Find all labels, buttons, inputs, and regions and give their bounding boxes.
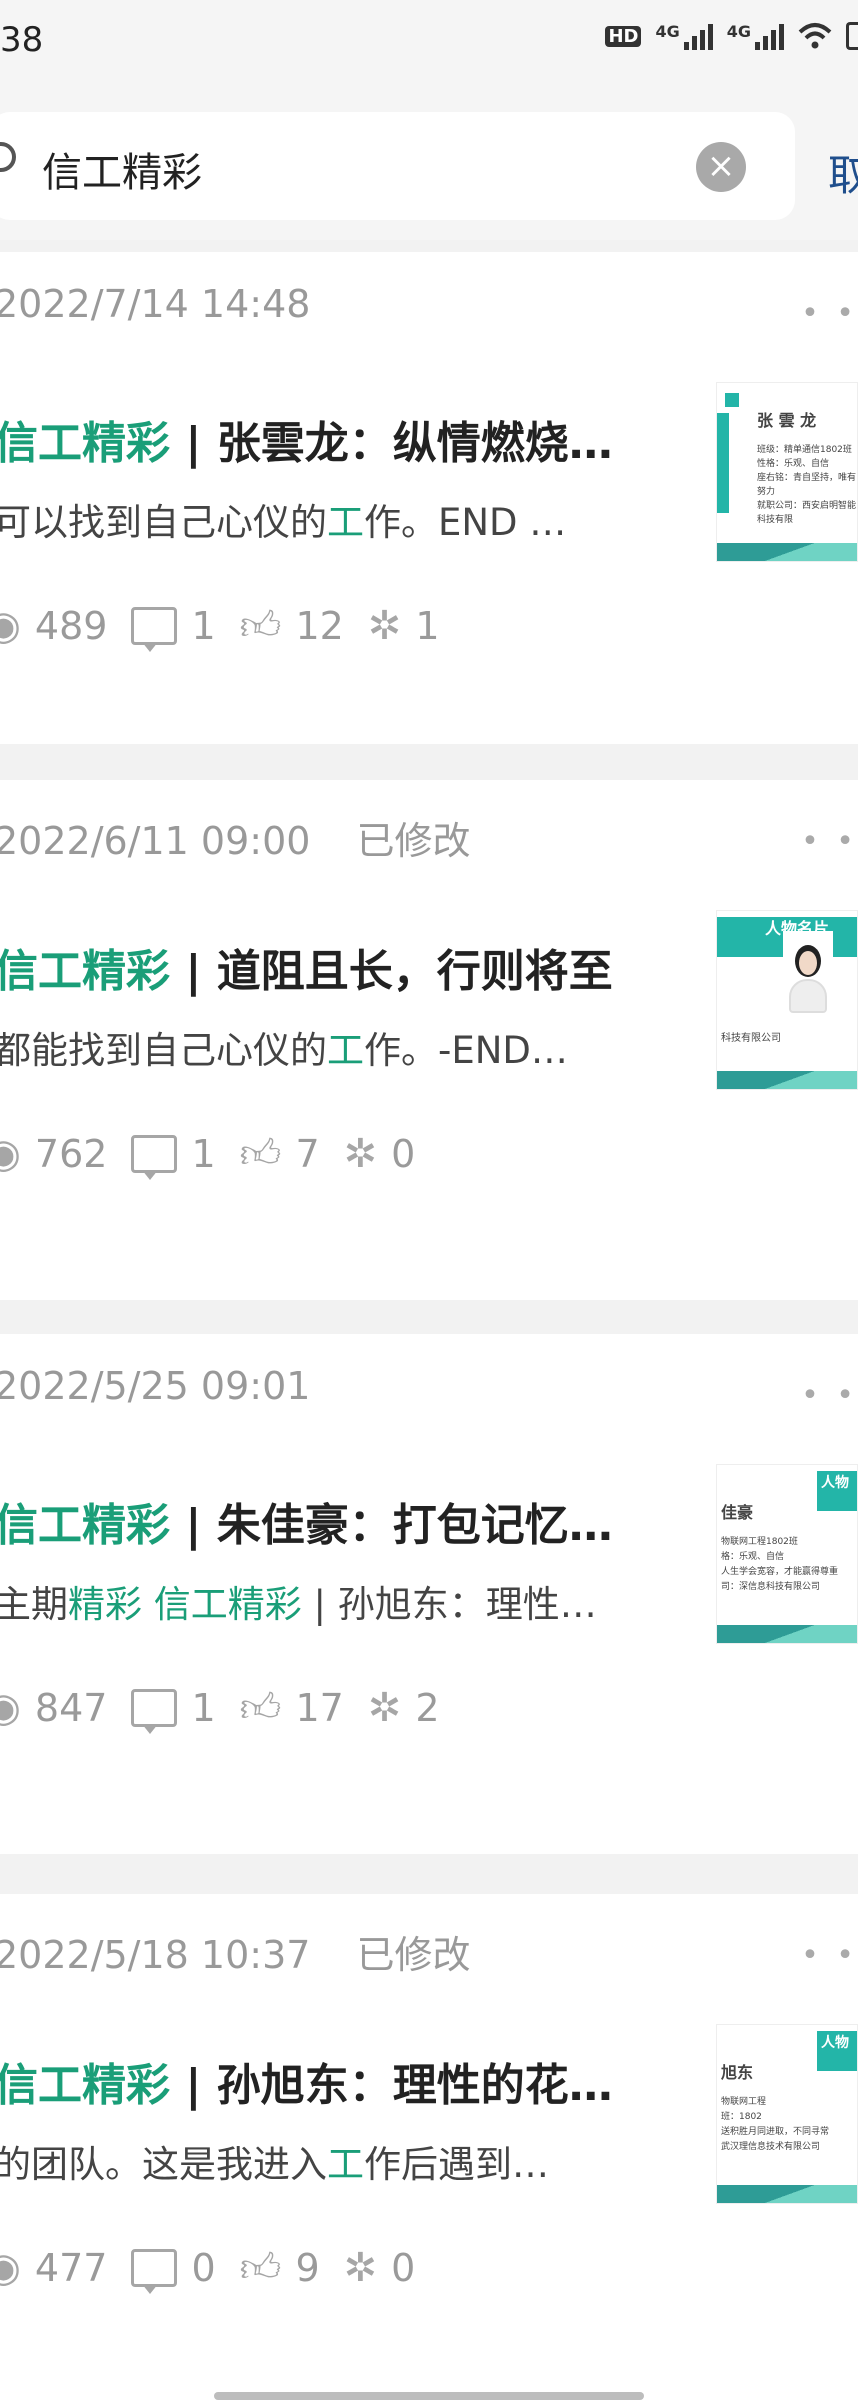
likes-stat[interactable]: 👍︎ 9 bbox=[240, 2244, 320, 2292]
views-stat: ◉ 477 bbox=[0, 2245, 107, 2291]
result-card[interactable]: 2022/7/14 14:48 • • 信工精彩 | 张雲龙：纵情燃烧… 可以找… bbox=[0, 252, 858, 744]
hd-icon: HD bbox=[605, 25, 642, 47]
more-options-icon[interactable]: • • bbox=[801, 824, 858, 859]
likes-stat[interactable]: 👍︎ 17 bbox=[240, 1684, 344, 1732]
status-icons: HD 4G 4G bbox=[605, 22, 858, 50]
more-options-icon[interactable]: • • bbox=[801, 296, 858, 331]
result-thumbnail[interactable]: 张 雲 龙 班级：精单通信1802班 性格：乐观、自信 座右铭：青自坚持，唯有努… bbox=[716, 382, 858, 562]
result-title: 信工精彩 | 道阻且长，行则将至 bbox=[0, 946, 613, 997]
result-title: 信工精彩 | 朱佳豪：打包记忆… bbox=[0, 1500, 613, 1551]
comments-stat[interactable]: 1 bbox=[131, 1686, 216, 1734]
comments-stat[interactable]: 1 bbox=[131, 604, 216, 652]
result-stats: ◉ 847 1 👍︎ 17 ✲ 2 bbox=[0, 1684, 464, 1734]
comments-stat[interactable]: 1 bbox=[131, 1132, 216, 1180]
result-title: 信工精彩 | 孙旭东：理性的花… bbox=[0, 2060, 613, 2111]
result-card[interactable]: 2022/5/25 09:01 • • 信工精彩 | 朱佳豪：打包记忆… 主期精… bbox=[0, 1334, 858, 1854]
comment-icon bbox=[131, 1135, 178, 1180]
result-thumbnail[interactable]: 人物 旭东 物联网工程 班：1802 送积胜月同进取，不同寻常 武汉理信息技术有… bbox=[716, 2024, 858, 2204]
likes-stat[interactable]: 👍︎ 7 bbox=[240, 1130, 320, 1178]
battery-icon bbox=[846, 22, 858, 50]
result-card[interactable]: 2022/6/11 09:00 已修改 • • 信工精彩 | 道阻且长，行则将至 … bbox=[0, 780, 858, 1300]
thumbs-up-icon: 👍︎ bbox=[239, 1685, 282, 1731]
shares-stat[interactable]: ✲ 1 bbox=[368, 603, 440, 649]
result-stats: ◉ 489 1 👍︎ 12 ✲ 1 bbox=[0, 602, 464, 652]
search-input[interactable]: 信工精彩 × bbox=[0, 112, 795, 220]
comment-icon bbox=[131, 1689, 178, 1734]
result-card[interactable]: 2022/5/18 10:37 已修改 • • 信工精彩 | 孙旭东：理性的花… … bbox=[0, 1894, 858, 2408]
4g-signal-icon: 4G bbox=[727, 22, 784, 50]
result-snippet: 主期精彩 信工精彩 | 孙旭东：理性… bbox=[0, 1583, 597, 1626]
eye-icon: ◉ bbox=[0, 2245, 21, 2291]
shares-stat[interactable]: ✲ 2 bbox=[368, 1685, 440, 1731]
more-options-icon[interactable]: • • bbox=[801, 1938, 858, 1973]
views-stat: ◉ 762 bbox=[0, 1131, 107, 1177]
wifi-icon bbox=[798, 23, 832, 49]
status-time: 38 bbox=[0, 20, 44, 60]
publish-date: 2022/5/25 09:01 bbox=[0, 1364, 311, 1408]
person-photo bbox=[783, 931, 833, 1021]
result-thumbnail[interactable]: 人物名片 科技有限公司 bbox=[716, 910, 858, 1090]
search-icon bbox=[0, 142, 16, 172]
share-icon: ✲ bbox=[343, 2245, 378, 2291]
search-query[interactable]: 信工精彩 bbox=[42, 140, 202, 198]
result-stats: ◉ 477 0 👍︎ 9 ✲ 0 bbox=[0, 2244, 439, 2294]
thumbs-up-icon: 👍︎ bbox=[239, 2245, 282, 2291]
comment-icon bbox=[131, 2249, 178, 2294]
publish-date: 2022/6/11 09:00 已修改 bbox=[0, 819, 471, 863]
share-icon: ✲ bbox=[367, 1685, 402, 1731]
publish-date: 2022/7/14 14:48 bbox=[0, 282, 311, 326]
thumbs-up-icon: 👍︎ bbox=[239, 1131, 282, 1177]
result-snippet: 都能找到自己心仪的工作。-END… bbox=[0, 1029, 568, 1072]
result-thumbnail[interactable]: 人物 佳豪 物联网工程1802班 格：乐观、自信 人生学会宽容，才能赢得尊重 司… bbox=[716, 1464, 858, 1644]
share-icon: ✲ bbox=[343, 1131, 378, 1177]
comment-icon bbox=[131, 607, 178, 652]
home-indicator[interactable] bbox=[214, 2392, 644, 2400]
comments-stat[interactable]: 0 bbox=[131, 2246, 216, 2294]
clear-icon[interactable]: × bbox=[696, 142, 746, 192]
share-icon: ✲ bbox=[367, 603, 402, 649]
more-options-icon[interactable]: • • bbox=[801, 1378, 858, 1413]
shares-stat[interactable]: ✲ 0 bbox=[344, 2245, 416, 2291]
result-snippet: 的团队。这是我进入工作后遇到… bbox=[0, 2143, 549, 2186]
result-stats: ◉ 762 1 👍︎ 7 ✲ 0 bbox=[0, 1130, 439, 1180]
cancel-button[interactable]: 取 bbox=[828, 142, 858, 203]
result-title: 信工精彩 | 张雲龙：纵情燃烧… bbox=[0, 418, 613, 469]
eye-icon: ◉ bbox=[0, 1131, 21, 1177]
result-snippet: 可以找到自己心仪的工作。END … bbox=[0, 501, 567, 544]
shares-stat[interactable]: ✲ 0 bbox=[344, 1131, 416, 1177]
4g-signal-icon: 4G bbox=[655, 22, 713, 50]
publish-date: 2022/5/18 10:37 已修改 bbox=[0, 1933, 471, 1977]
search-bar: 信工精彩 × 取 bbox=[0, 90, 858, 240]
views-stat: ◉ 847 bbox=[0, 1685, 107, 1731]
eye-icon: ◉ bbox=[0, 1685, 21, 1731]
thumbs-up-icon: 👍︎ bbox=[239, 603, 282, 649]
status-bar: 38 HD 4G 4G bbox=[0, 0, 858, 90]
likes-stat[interactable]: 👍︎ 12 bbox=[240, 602, 344, 650]
eye-icon: ◉ bbox=[0, 603, 21, 649]
views-stat: ◉ 489 bbox=[0, 603, 107, 649]
